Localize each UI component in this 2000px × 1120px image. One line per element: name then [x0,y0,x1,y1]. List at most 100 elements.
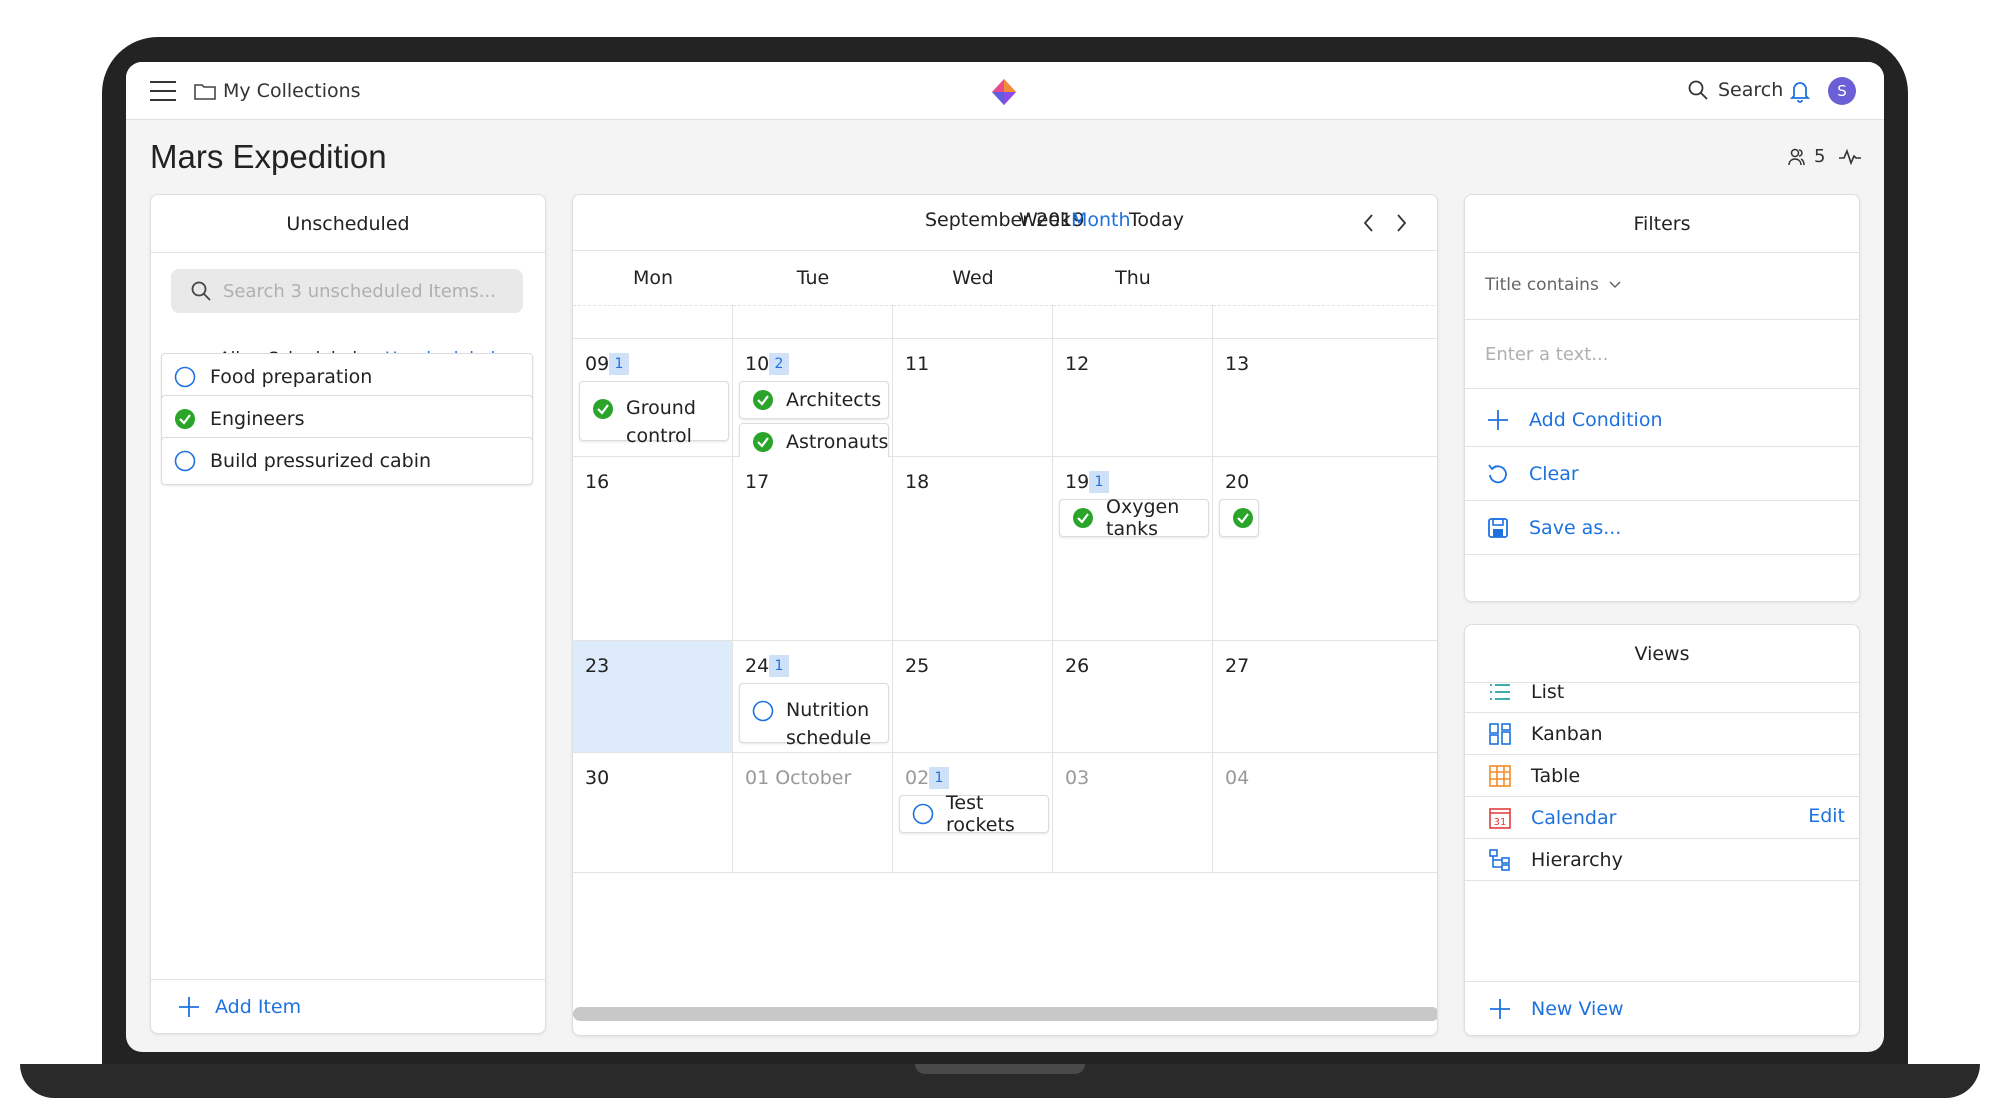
activity-icon[interactable] [1838,148,1862,166]
clear-button[interactable]: Clear [1465,447,1859,501]
save-as-label: Save as... [1529,516,1622,539]
edit-view-link[interactable]: Edit [1808,805,1845,827]
search-button[interactable]: Search [1688,79,1783,101]
my-collections-link[interactable]: My Collections [223,80,361,102]
calendar-day-cell[interactable]: 19 1 Oxygen tanks [1053,457,1213,641]
completed-check-icon[interactable] [1232,507,1254,529]
completed-check-icon[interactable] [1072,507,1094,529]
calendar-event[interactable]: Nutrition schedule [739,683,889,749]
calendar-event[interactable]: Oxygen tanks [1059,496,1209,540]
day-number: 20 [1225,471,1250,493]
filters-header: Filters [1465,195,1859,253]
event-title: Ground control [626,397,696,447]
calendar-event[interactable]: Ground control [579,381,729,447]
contributors-indicator[interactable]: 5 [1786,146,1825,167]
calendar-event[interactable]: Astronauts [739,423,889,461]
completed-check-icon[interactable] [752,389,774,411]
add-item-button[interactable]: Add Item [151,979,545,1033]
calendar-day-cell[interactable]: 02 1 Test rockets [893,753,1053,873]
add-condition-button[interactable]: Add Condition [1465,393,1859,447]
day-number: 09 [585,353,610,375]
calendar-day-cell[interactable]: 30 [573,753,733,873]
save-as-button[interactable]: Save as... [1465,501,1859,555]
calendar-day-cell[interactable]: 13 [1213,339,1437,457]
calendar-event[interactable] [1219,499,1259,537]
calendar-view-today[interactable]: Today [1129,209,1184,231]
new-view-label: New View [1531,997,1624,1020]
day-number: 10 [745,353,770,375]
calendar-day-cell[interactable]: 09 1 Ground control [573,339,733,457]
calendar-day-cell[interactable]: 01 October [733,753,893,873]
contributors-icon [1788,148,1805,165]
calendar-day-cell[interactable]: 03 [1053,753,1213,873]
completed-check-icon[interactable] [174,408,196,430]
avatar[interactable]: S [1828,77,1856,105]
calendar-day-cell[interactable]: 27 [1213,641,1437,753]
day-number: 23 [585,655,610,677]
calendar-day-cell[interactable]: 11 [893,339,1053,457]
completed-check-icon[interactable] [752,431,774,453]
condition-dropdown[interactable]: Title contains [1485,275,1621,295]
calendar-day-cell[interactable] [893,305,1053,339]
event-title: Nutrition schedule [786,699,872,749]
day-number: 19 [1065,471,1090,493]
item-title: Engineers [210,408,305,430]
calendar-day-cell[interactable]: 24 1 Nutrition schedule [733,641,893,753]
view-item-calendar[interactable]: 31 Calendar Edit [1465,797,1859,839]
calendar-day-cell[interactable]: 16 [573,457,733,641]
day-number: 03 [1065,767,1090,789]
calendar-day-cell[interactable]: 12 [1053,339,1213,457]
view-item-list[interactable]: List [1465,671,1859,713]
calendar-day-cell[interactable] [1053,305,1213,339]
view-item-kanban[interactable]: Kanban [1465,713,1859,755]
unscheduled-search-input[interactable] [223,269,513,313]
calendar-day-cell[interactable] [1213,305,1437,339]
calendar-event[interactable]: Architects [739,381,889,419]
new-view-button[interactable]: New View [1465,981,1859,1035]
calendar-view-month[interactable]: Month [1071,209,1131,231]
unscheduled-search[interactable] [171,269,523,313]
incomplete-circle-icon[interactable] [752,700,774,722]
item-title: Food preparation [210,366,373,388]
unscheduled-item[interactable]: Engineers [161,395,533,443]
event-count-badge: 1 [1089,471,1109,493]
calendar-day-cell[interactable]: 23 [573,641,733,753]
calendar-day-cell[interactable] [733,305,893,339]
calendar-day-cell[interactable]: 04 [1213,753,1437,873]
incomplete-circle-icon[interactable] [912,803,934,825]
weekday-header: Thu [1115,267,1151,289]
calendar-day-cell[interactable]: 17 [733,457,893,641]
calendar-event[interactable]: Test rockets [899,792,1049,836]
calendar-day-cell[interactable]: 25 [893,641,1053,753]
calendar-horizontal-scrollbar[interactable] [573,1007,1437,1021]
calendar-view-week[interactable]: Week [1019,209,1071,231]
completed-check-icon[interactable] [592,398,614,420]
unscheduled-item[interactable]: Build pressurized cabin [161,437,533,485]
bell-icon[interactable] [1788,78,1812,104]
unscheduled-panel: Unscheduled AllScheduledUnscheduled Food… [150,194,546,1034]
calendar-day-cell[interactable]: 26 [1053,641,1213,753]
kanban-icon [1489,722,1511,745]
filter-text-input[interactable] [1465,320,1859,388]
calendar-day-cell[interactable]: 20 [1213,457,1437,641]
calendar-day-cell[interactable]: 10 2 Architects Astronauts [733,339,893,461]
undo-icon [1488,463,1507,483]
plus-icon [179,996,199,1017]
unscheduled-item[interactable]: Food preparation [161,353,533,401]
view-item-table[interactable]: Table [1465,755,1859,797]
next-month-icon[interactable] [1393,213,1409,233]
unscheduled-header: Unscheduled [151,195,545,253]
view-label: Kanban [1531,722,1603,745]
view-item-hierarchy[interactable]: Hierarchy [1465,839,1859,881]
previous-month-icon[interactable] [1361,213,1377,233]
filters-panel: Filters Title contains Add Condition Cle… [1464,194,1860,602]
calendar-day-cell[interactable] [573,305,733,339]
search-icon [191,281,211,301]
condition-label: Title contains [1485,275,1599,295]
calendar-day-cell[interactable]: 18 [893,457,1053,641]
incomplete-circle-icon[interactable] [174,366,196,388]
chevron-down-icon [1609,281,1621,289]
day-number: 11 [905,353,930,375]
incomplete-circle-icon[interactable] [174,450,196,472]
menu-icon[interactable] [150,81,176,101]
